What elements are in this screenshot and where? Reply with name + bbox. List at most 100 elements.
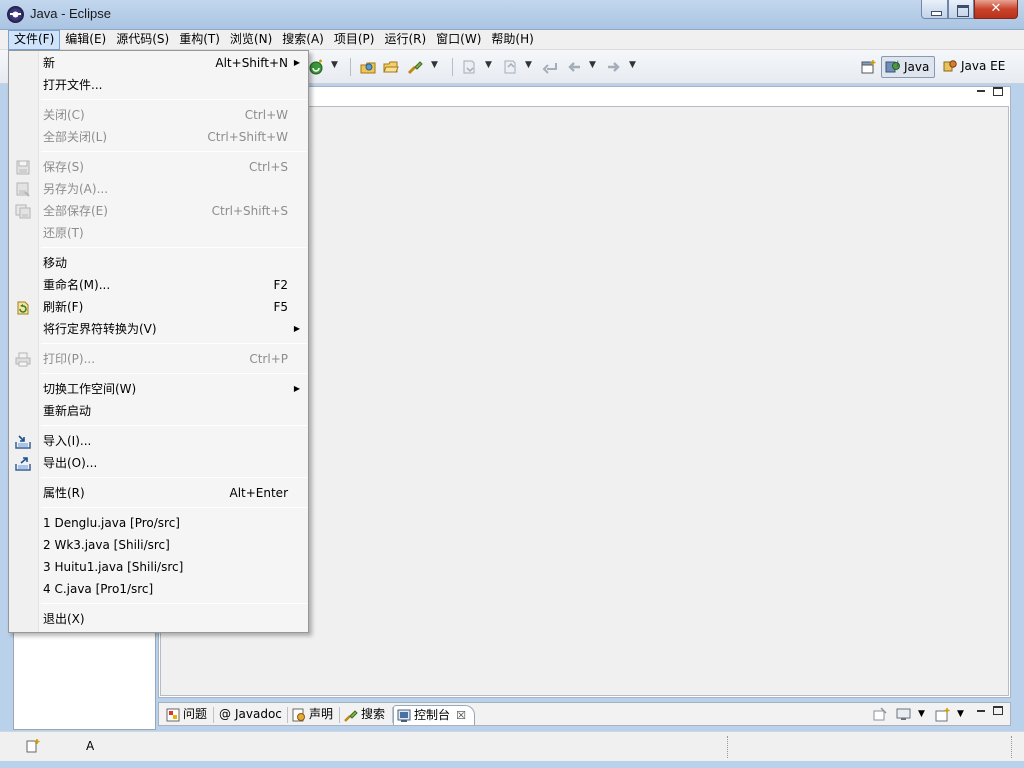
menu-open-file[interactable]: 打开文件... bbox=[9, 74, 308, 96]
fast-view-icon[interactable] bbox=[25, 738, 41, 754]
file-menu-dropdown: 新 Alt+Shift+N ▶ 打开文件... 关闭(C) Ctrl+W 全部关… bbox=[8, 50, 309, 633]
menu-recent-file-4[interactable]: 4 C.java [Pro1/src] bbox=[9, 578, 308, 600]
status-text: A bbox=[86, 739, 95, 753]
menu-rename[interactable]: 重命名(M)... F2 bbox=[9, 274, 308, 296]
open-type-icon[interactable] bbox=[360, 59, 376, 75]
close-button[interactable]: ✕ bbox=[974, 0, 1018, 19]
open-perspective-icon[interactable] bbox=[861, 59, 877, 75]
menu-properties[interactable]: 属性(R) Alt+Enter bbox=[9, 482, 308, 504]
close-icon[interactable]: ☒ bbox=[456, 706, 466, 725]
menu-move[interactable]: 移动 bbox=[9, 252, 308, 274]
eclipse-logo-icon[interactable] bbox=[7, 6, 24, 23]
submenu-arrow-icon: ▶ bbox=[293, 324, 300, 333]
menu-refresh[interactable]: 刷新(F) F5 bbox=[9, 296, 308, 318]
search-icon[interactable] bbox=[407, 59, 423, 75]
console-icon bbox=[397, 709, 411, 722]
menu-search[interactable]: 搜索(A) bbox=[277, 30, 329, 50]
tab-console[interactable]: 控制台 ☒ bbox=[393, 705, 476, 725]
chevron-down-icon[interactable]: ▼ bbox=[957, 709, 964, 719]
minimize-icon[interactable] bbox=[977, 710, 985, 712]
chevron-down-icon[interactable]: ▼ bbox=[589, 60, 596, 70]
menu-help[interactable]: 帮助(H) bbox=[486, 30, 538, 50]
tab-search[interactable]: 搜索 bbox=[341, 705, 385, 725]
java-perspective-icon: J bbox=[885, 60, 900, 73]
forward-arrow-icon[interactable] bbox=[606, 59, 622, 75]
tab-declaration-label: 声明 bbox=[309, 707, 334, 721]
perspective-java-button[interactable]: J Java bbox=[881, 56, 936, 78]
menu-file[interactable]: 文件(F) bbox=[8, 30, 61, 50]
menu-recent-file-2[interactable]: 2 Wk3.java [Shili/src] bbox=[9, 534, 308, 556]
menu-save-all[interactable]: 全部保存(E) Ctrl+Shift+S bbox=[9, 200, 308, 222]
perspective-java-label: Java bbox=[904, 60, 930, 74]
minimize-icon bbox=[977, 90, 985, 92]
menu-navigate[interactable]: 浏览(N) bbox=[225, 30, 277, 50]
menu-source[interactable]: 源代码(S) bbox=[111, 30, 174, 50]
menu-window[interactable]: 窗口(W) bbox=[431, 30, 486, 50]
minimize-button[interactable] bbox=[921, 0, 948, 19]
menu-close-all[interactable]: 全部关闭(L) Ctrl+Shift+W bbox=[9, 126, 308, 148]
menu-close[interactable]: 关闭(C) Ctrl+W bbox=[9, 104, 308, 126]
chevron-down-icon[interactable]: ▼ bbox=[485, 60, 492, 70]
import-icon bbox=[15, 435, 31, 449]
menu-separator bbox=[41, 99, 307, 100]
chevron-down-icon[interactable]: ▼ bbox=[525, 60, 532, 70]
search-icon bbox=[344, 710, 358, 722]
window-controls: ✕ bbox=[921, 0, 1018, 20]
menu-recent-file-1[interactable]: 1 Denglu.java [Pro/src] bbox=[9, 512, 308, 534]
menu-save-as[interactable]: 另存为(A)... bbox=[9, 178, 308, 200]
menu-revert[interactable]: 还原(T) bbox=[9, 222, 308, 244]
tab-problems-label: 问题 bbox=[183, 707, 208, 721]
open-console-icon[interactable] bbox=[935, 707, 951, 722]
menu-import[interactable]: 导入(I)... bbox=[9, 430, 308, 452]
display-console-icon[interactable] bbox=[896, 707, 912, 722]
tab-problems[interactable]: 问题 bbox=[163, 705, 207, 725]
menu-switch-workspace[interactable]: 切换工作空间(W) ▶ bbox=[9, 378, 308, 400]
save-all-icon bbox=[15, 204, 31, 219]
bottom-panel-tabbar: 问题 @ Javadoc 声明 搜索 控制台 ☒ ▼ ▼ bbox=[158, 702, 1011, 726]
problems-icon bbox=[166, 708, 180, 722]
perspective-javaee-button[interactable]: Java EE bbox=[939, 56, 1010, 78]
menu-separator bbox=[41, 507, 307, 508]
menu-export[interactable]: 导出(O)... bbox=[9, 452, 308, 474]
menu-exit[interactable]: 退出(X) bbox=[9, 608, 308, 630]
back-arrow-icon[interactable] bbox=[566, 59, 582, 75]
menu-separator bbox=[41, 151, 307, 152]
chevron-down-icon[interactable]: ▼ bbox=[331, 60, 338, 70]
menu-separator bbox=[41, 343, 307, 344]
tab-javadoc[interactable]: @ Javadoc bbox=[215, 705, 282, 725]
menu-separator bbox=[41, 477, 307, 478]
chevron-down-icon[interactable]: ▼ bbox=[918, 709, 925, 719]
next-annotation-icon[interactable] bbox=[461, 59, 477, 75]
window-title: Java - Eclipse bbox=[30, 6, 111, 21]
menu-convert-line-delimiters[interactable]: 将行定界符转换为(V) ▶ bbox=[9, 318, 308, 340]
tab-declaration[interactable]: 声明 bbox=[289, 705, 333, 725]
new-java-class-icon[interactable] bbox=[308, 59, 324, 75]
menu-print[interactable]: 打印(P)... Ctrl+P bbox=[9, 348, 308, 370]
last-edit-location-icon[interactable] bbox=[542, 59, 558, 75]
menu-restart[interactable]: 重新启动 bbox=[9, 400, 308, 422]
menu-save[interactable]: 保存(S) Ctrl+S bbox=[9, 156, 308, 178]
menu-recent-file-3[interactable]: 3 Huitu1.java [Shili/src] bbox=[9, 556, 308, 578]
status-separator bbox=[1011, 736, 1012, 758]
tab-separator bbox=[213, 707, 214, 723]
pin-console-icon[interactable] bbox=[872, 707, 888, 722]
menu-separator bbox=[41, 425, 307, 426]
menu-bar: 文件(F) 编辑(E) 源代码(S) 重构(T) 浏览(N) 搜索(A) 项目(… bbox=[0, 30, 1024, 50]
refresh-icon bbox=[17, 301, 29, 315]
menu-new[interactable]: 新 Alt+Shift+N ▶ bbox=[9, 52, 308, 74]
maximize-icon[interactable] bbox=[993, 706, 1003, 715]
menu-refactor[interactable]: 重构(T) bbox=[174, 30, 225, 50]
close-icon: ✕ bbox=[990, 1, 1002, 16]
submenu-arrow-icon: ▶ bbox=[293, 384, 300, 393]
menu-project[interactable]: 项目(P) bbox=[329, 30, 380, 50]
previous-annotation-icon[interactable] bbox=[502, 59, 518, 75]
open-folder-icon[interactable] bbox=[383, 59, 399, 75]
menu-run[interactable]: 运行(R) bbox=[379, 30, 431, 50]
at-sign-icon: @ bbox=[219, 707, 231, 721]
chevron-down-icon[interactable]: ▼ bbox=[629, 60, 636, 70]
maximize-icon bbox=[993, 87, 1003, 96]
maximize-button[interactable] bbox=[948, 0, 974, 19]
menu-edit[interactable]: 编辑(E) bbox=[60, 30, 111, 50]
title-bar: Java - Eclipse ✕ bbox=[0, 0, 1024, 30]
chevron-down-icon[interactable]: ▼ bbox=[431, 60, 438, 70]
